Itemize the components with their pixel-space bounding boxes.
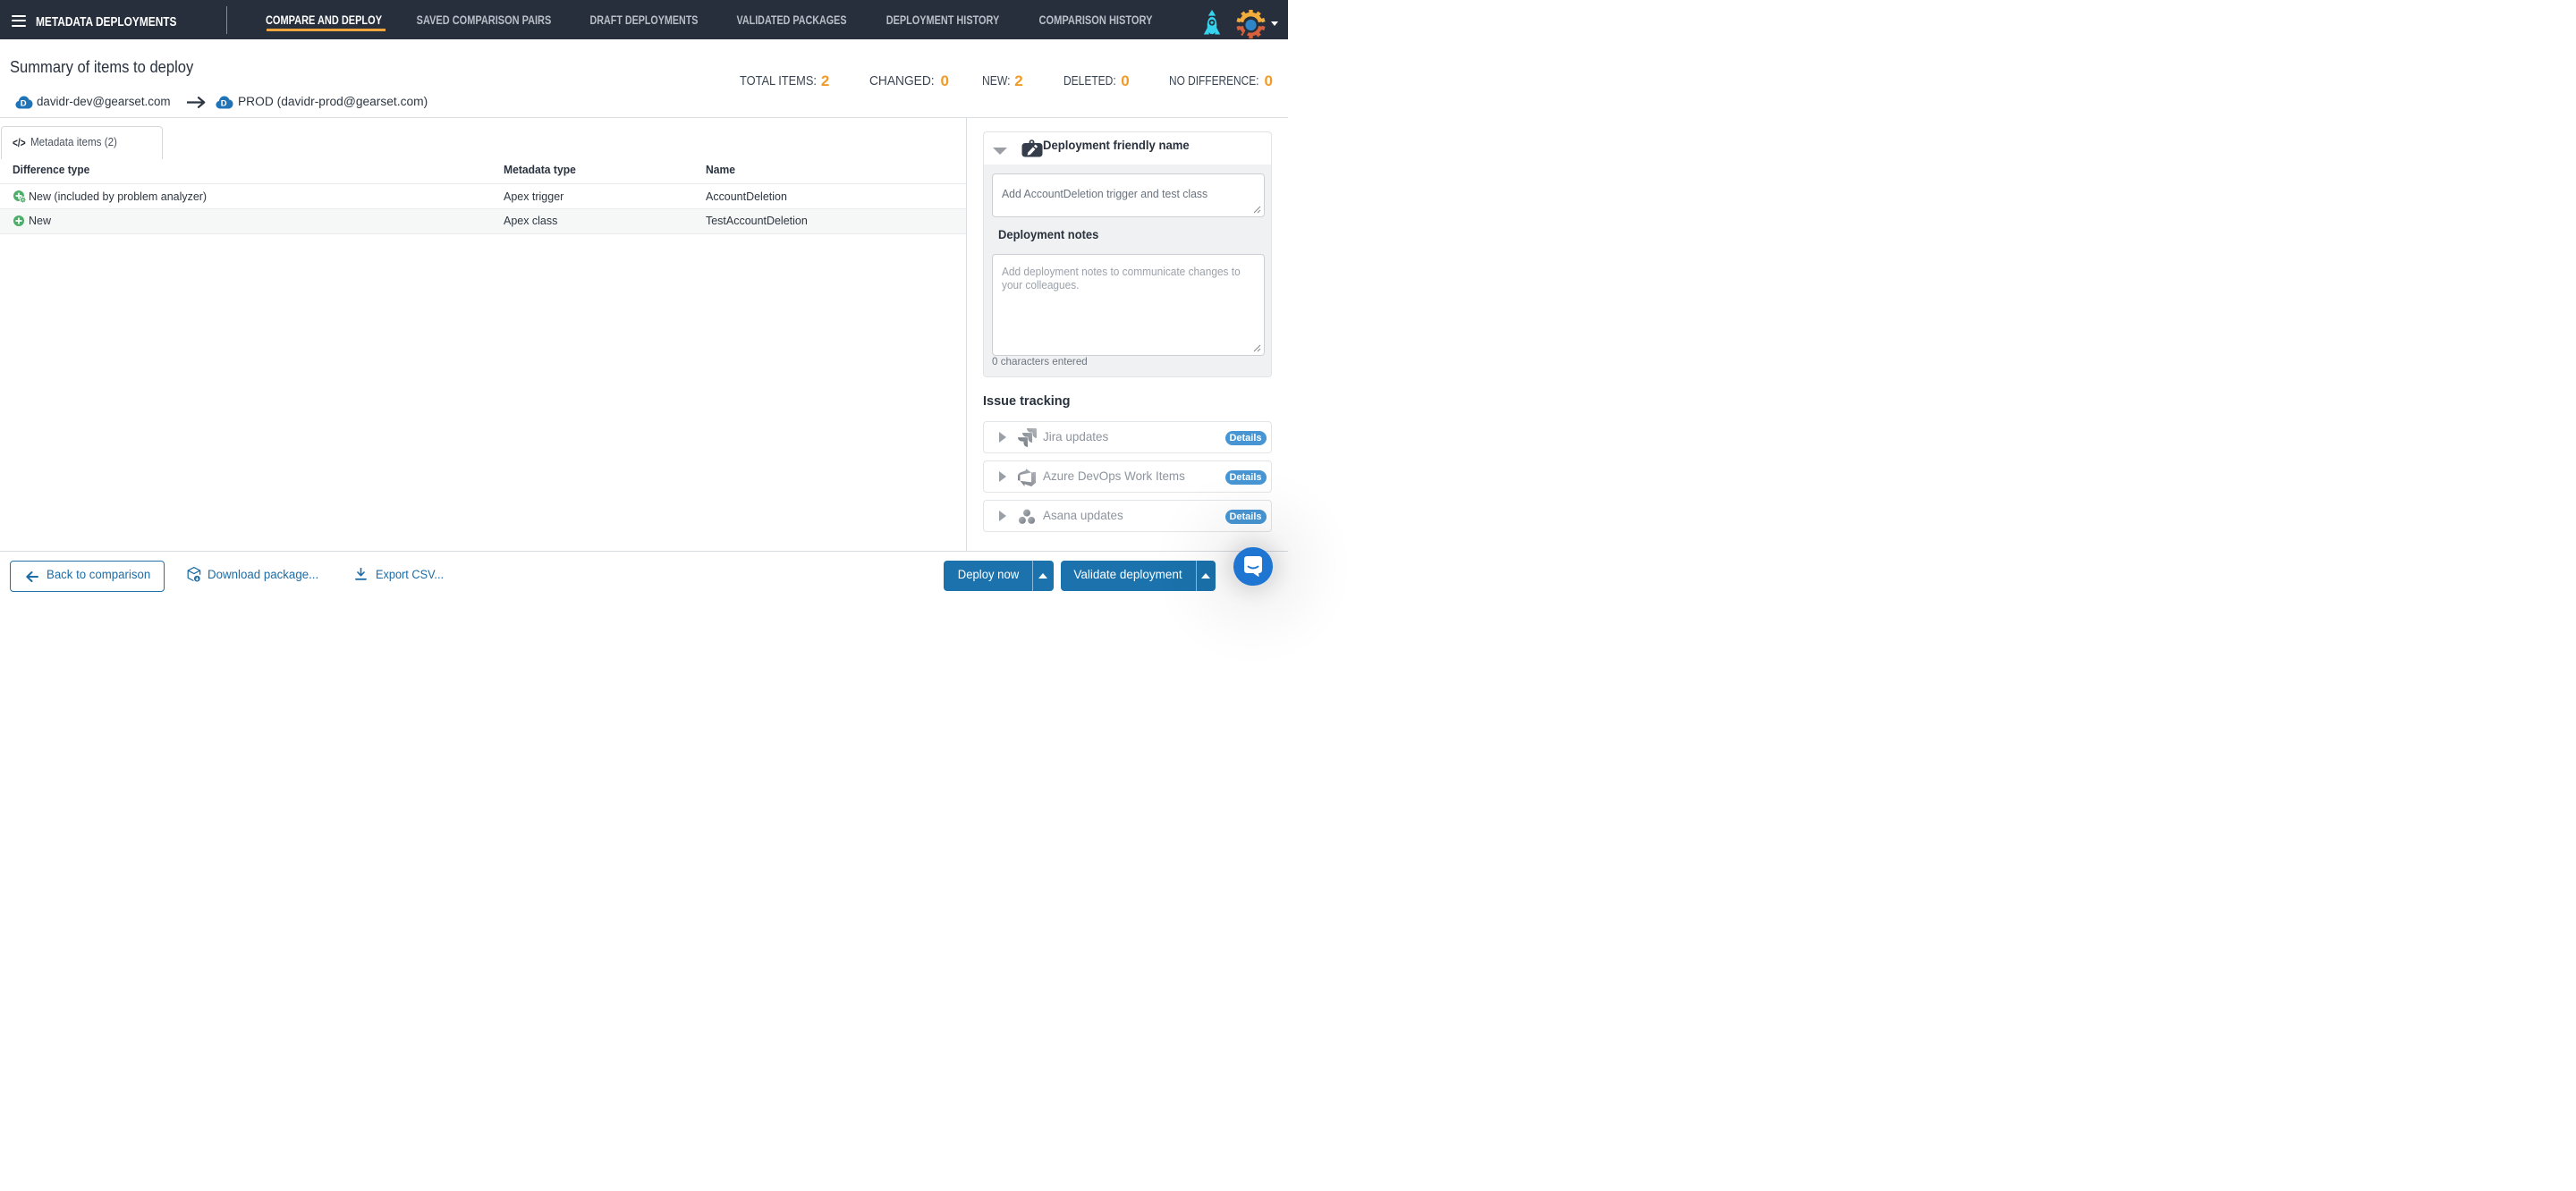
svg-text:D: D [20,98,26,108]
svg-text:D: D [220,98,226,108]
